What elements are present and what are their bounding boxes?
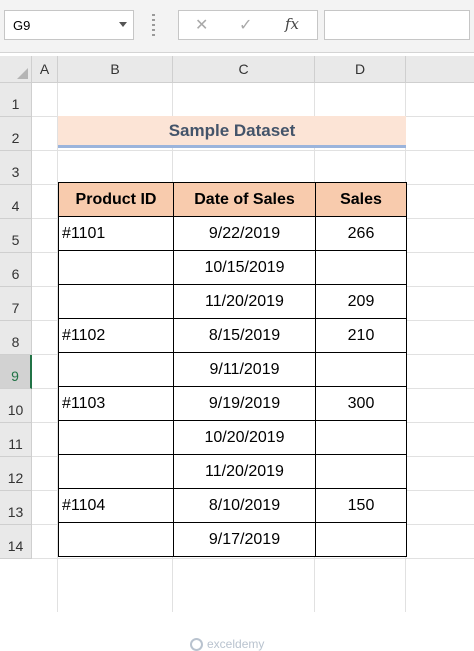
- cell-product-id[interactable]: [58, 420, 174, 455]
- row-header-2[interactable]: 2: [0, 117, 32, 151]
- table-row: #1102 8/15/2019 210: [58, 318, 407, 353]
- cell-date[interactable]: 10/15/2019: [173, 250, 316, 285]
- table-row: #1101 9/22/2019 266: [58, 216, 407, 251]
- cell-product-id[interactable]: #1101: [58, 216, 174, 251]
- cell-product-id[interactable]: #1104: [58, 488, 174, 523]
- insert-function-icon[interactable]: fx: [285, 15, 299, 33]
- cell-product-id[interactable]: [58, 284, 174, 319]
- chevron-down-icon[interactable]: [119, 22, 127, 27]
- column-header-c[interactable]: C: [173, 56, 315, 83]
- cell-product-id[interactable]: #1102: [58, 318, 174, 353]
- worksheet[interactable]: A B C D 1 2 3 4 5 6 7 8 9 10 11 12 13 14 Sample Datas…: [0, 56, 474, 651]
- row-header-4[interactable]: 4: [0, 185, 32, 219]
- table-row: 11/20/2019 209: [58, 284, 407, 319]
- formula-bar-grip[interactable]: [152, 14, 155, 36]
- cell-product-id[interactable]: [58, 454, 174, 489]
- row-header-12[interactable]: 12: [0, 457, 32, 491]
- cell-product-id[interactable]: [58, 522, 174, 557]
- cell-date[interactable]: 9/19/2019: [173, 386, 316, 421]
- cell-product-id[interactable]: [58, 250, 174, 285]
- sales-table: Product ID Date of Sales Sales #1101 9/22…: [58, 182, 407, 557]
- formula-buttons: ✕ ✓ fx: [178, 10, 318, 40]
- cell-sales[interactable]: [315, 454, 407, 489]
- column-header-d[interactable]: D: [315, 56, 406, 83]
- cancel-icon[interactable]: ✕: [195, 15, 208, 35]
- cell-date[interactable]: 10/20/2019: [173, 420, 316, 455]
- row-header-9[interactable]: 9: [0, 355, 32, 389]
- column-header-b[interactable]: B: [58, 56, 173, 83]
- cell-product-id[interactable]: [58, 352, 174, 387]
- row-header-8[interactable]: 8: [0, 321, 32, 355]
- table-header-row: Product ID Date of Sales Sales: [58, 182, 407, 217]
- cell-sales[interactable]: 150: [315, 488, 407, 523]
- cell-sales[interactable]: 300: [315, 386, 407, 421]
- watermark-text: exceldemy: [207, 637, 265, 651]
- cell-date[interactable]: 8/15/2019: [173, 318, 316, 353]
- cell-sales[interactable]: 210: [315, 318, 407, 353]
- cell-date[interactable]: 9/22/2019: [173, 216, 316, 251]
- cell-product-id[interactable]: #1103: [58, 386, 174, 421]
- exceldemy-logo-icon: [190, 637, 203, 651]
- table-row: 10/15/2019: [58, 250, 407, 285]
- row-header-10[interactable]: 10: [0, 389, 32, 423]
- select-all-button[interactable]: [0, 56, 32, 83]
- row-header-13[interactable]: 13: [0, 491, 32, 525]
- header-sales[interactable]: Sales: [315, 182, 407, 217]
- table-row: 11/20/2019: [58, 454, 407, 489]
- watermark: exceldemy: [190, 637, 264, 651]
- cell-sales[interactable]: 266: [315, 216, 407, 251]
- row-header-7[interactable]: 7: [0, 287, 32, 321]
- cell-date[interactable]: 9/11/2019: [173, 352, 316, 387]
- cell-sales[interactable]: [315, 522, 407, 557]
- cell-sales[interactable]: [315, 250, 407, 285]
- select-all-icon: [17, 68, 28, 79]
- header-product-id[interactable]: Product ID: [58, 182, 174, 217]
- row-header-3[interactable]: 3: [0, 151, 32, 185]
- gridline: [32, 150, 474, 151]
- cell-sales[interactable]: [315, 420, 407, 455]
- gridline: [32, 558, 474, 559]
- dataset-title: Sample Dataset: [58, 116, 406, 148]
- table-row: #1103 9/19/2019 300: [58, 386, 407, 421]
- formula-input[interactable]: [324, 10, 470, 40]
- header-date-of-sales[interactable]: Date of Sales: [173, 182, 316, 217]
- row-header-1[interactable]: 1: [0, 83, 32, 117]
- cell-sales[interactable]: 209: [315, 284, 407, 319]
- column-header-e[interactable]: [406, 56, 474, 83]
- cell-date[interactable]: 8/10/2019: [173, 488, 316, 523]
- column-header-a[interactable]: A: [32, 56, 58, 83]
- table-row: 9/17/2019: [58, 522, 407, 557]
- table-row: 10/20/2019: [58, 420, 407, 455]
- name-box[interactable]: G9: [4, 10, 134, 40]
- table-row: 9/11/2019: [58, 352, 407, 387]
- row-header-5[interactable]: 5: [0, 219, 32, 253]
- formula-bar: G9 ✕ ✓ fx: [0, 0, 474, 53]
- cell-date[interactable]: 11/20/2019: [173, 284, 316, 319]
- cell-date[interactable]: 9/17/2019: [173, 522, 316, 557]
- row-header-14[interactable]: 14: [0, 525, 32, 559]
- enter-icon[interactable]: ✓: [239, 15, 252, 35]
- cell-date[interactable]: 11/20/2019: [173, 454, 316, 489]
- cell-sales[interactable]: [315, 352, 407, 387]
- row-header-11[interactable]: 11: [0, 423, 32, 457]
- name-box-value: G9: [13, 18, 31, 33]
- row-header-6[interactable]: 6: [0, 253, 32, 287]
- table-row: #1104 8/10/2019 150: [58, 488, 407, 523]
